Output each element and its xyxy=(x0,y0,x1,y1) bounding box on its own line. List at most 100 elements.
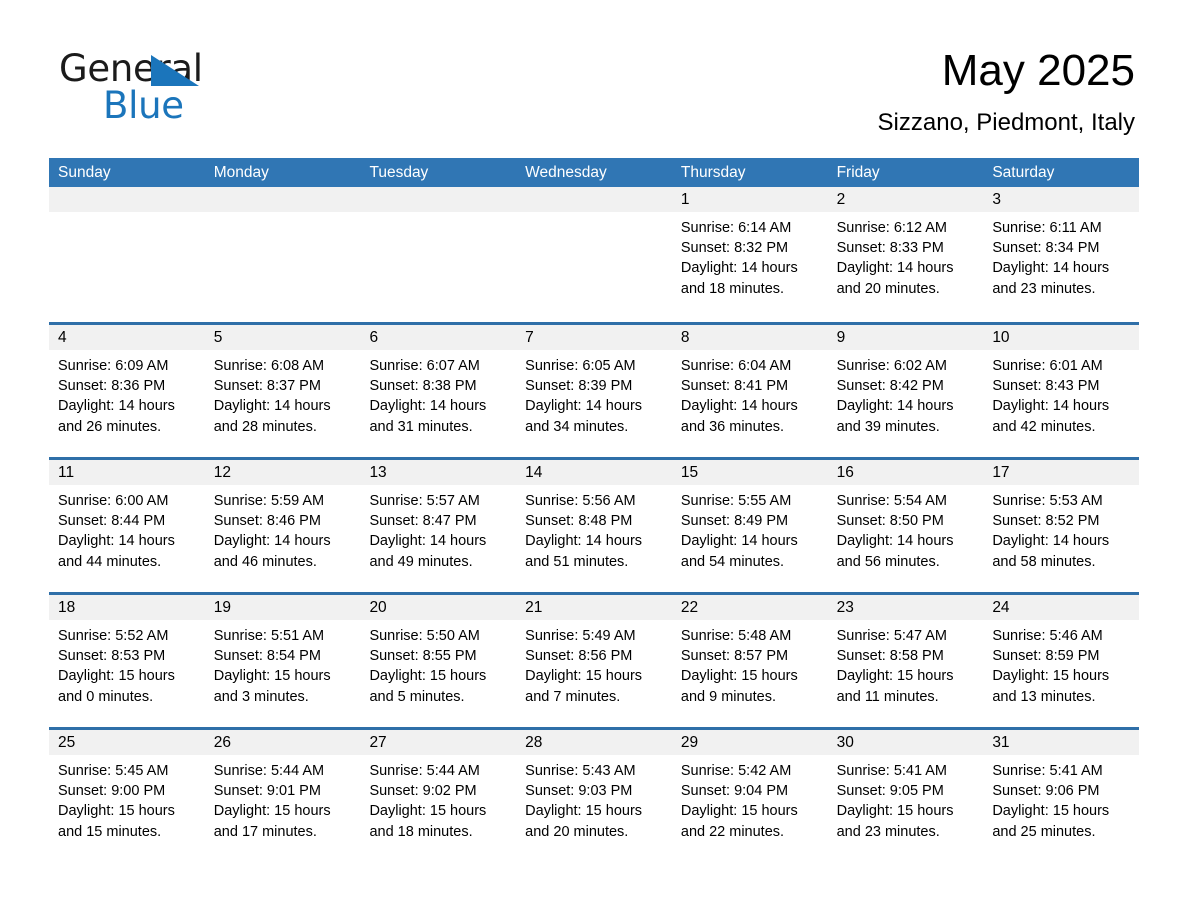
day-cell-20[interactable]: 20 Sunrise: 5:50 AM Sunset: 8:55 PM Dayligh… xyxy=(360,595,517,727)
day-number-band xyxy=(49,187,205,212)
day-details: Sunrise: 5:52 AM Sunset: 8:53 PM Daylight:… xyxy=(49,620,205,707)
day-cell-28[interactable]: 28 Sunrise: 5:43 AM Sunset: 9:03 PM Dayligh… xyxy=(516,730,672,862)
day-cell-6[interactable]: 6 Sunrise: 6:07 AM Sunset: 8:38 PM Daylight… xyxy=(360,325,517,457)
day-detail-line: Sunrise: 6:02 AM xyxy=(836,358,948,374)
day-cell-12[interactable]: 12 Sunrise: 5:59 AM Sunset: 8:46 PM Dayligh… xyxy=(204,460,361,592)
day-detail-line: Daylight: 15 hours xyxy=(213,668,331,685)
day-detail-line: Daylight: 14 hours xyxy=(525,533,643,550)
day-cell-25[interactable]: 25 Sunrise: 5:45 AM Sunset: 9:00 PM Dayligh… xyxy=(49,730,205,862)
day-detail-line: Sunrise: 6:08 AM xyxy=(213,358,325,374)
day-detail-line: Daylight: 14 hours xyxy=(680,533,798,550)
day-cell-27[interactable]: 27 Sunrise: 5:44 AM Sunset: 9:02 PM Dayligh… xyxy=(360,730,517,862)
day-cell-29[interactable]: 29 Sunrise: 5:42 AM Sunset: 9:04 PM Dayligh… xyxy=(671,730,828,862)
day-cell-empty xyxy=(516,187,672,322)
day-cell-21[interactable]: 21 Sunrise: 5:49 AM Sunset: 8:56 PM Dayligh… xyxy=(516,595,672,727)
day-cell-14[interactable]: 14 Sunrise: 5:56 AM Sunset: 8:48 PM Dayligh… xyxy=(516,460,672,592)
day-cell-18[interactable]: 18 Sunrise: 5:52 AM Sunset: 8:53 PM Dayligh… xyxy=(49,595,205,727)
day-detail-line: Sunset: 8:38 PM xyxy=(369,378,477,395)
day-detail-line: and 3 minutes. xyxy=(213,688,309,705)
day-details: Sunrise: 5:54 AM Sunset: 8:50 PM Daylight:… xyxy=(828,485,984,572)
day-number: 13 xyxy=(369,464,387,481)
day-number: 23 xyxy=(836,599,854,616)
day-detail-line: Daylight: 14 hours xyxy=(213,533,331,550)
day-detail-line: and 23 minutes. xyxy=(992,280,1096,297)
day-detail-line: Sunset: 8:50 PM xyxy=(836,513,944,530)
day-details: Sunrise: 5:44 AM Sunset: 9:01 PM Daylight:… xyxy=(205,755,361,842)
day-detail-line: and 44 minutes. xyxy=(58,553,162,570)
day-cell-3[interactable]: 3 Sunrise: 6:11 AM Sunset: 8:34 PM Daylight… xyxy=(983,187,1140,322)
day-cell-empty xyxy=(360,187,517,322)
day-number-band: 22 xyxy=(671,595,828,620)
day-detail-line: Daylight: 15 hours xyxy=(525,668,643,685)
page-subtitle: Sizzano, Piedmont, Italy xyxy=(877,109,1135,136)
day-number-band: 4 xyxy=(49,325,205,350)
day-number-band: 25 xyxy=(49,730,205,755)
day-detail-line: Sunrise: 6:00 AM xyxy=(58,493,169,509)
weekday-header-sunday: Sunday xyxy=(58,164,111,181)
day-cell-31[interactable]: 31 Sunrise: 5:41 AM Sunset: 9:06 PM Dayligh… xyxy=(983,730,1140,862)
day-detail-line: Sunset: 8:55 PM xyxy=(369,648,477,665)
day-number: 3 xyxy=(992,191,1001,208)
day-detail-line: Sunrise: 5:41 AM xyxy=(992,763,1103,779)
page-title: May 2025 xyxy=(941,46,1135,95)
day-cell-24[interactable]: 24 Sunrise: 5:46 AM Sunset: 8:59 PM Dayligh… xyxy=(983,595,1140,727)
day-number: 30 xyxy=(836,734,854,751)
day-cell-11[interactable]: 11 Sunrise: 6:00 AM Sunset: 8:44 PM Dayligh… xyxy=(49,460,205,592)
day-cell-5[interactable]: 5 Sunrise: 6:08 AM Sunset: 8:37 PM Daylight… xyxy=(204,325,361,457)
day-details xyxy=(360,212,516,218)
day-cell-2[interactable]: 2 Sunrise: 6:12 AM Sunset: 8:33 PM Daylight… xyxy=(827,187,984,322)
day-number: 20 xyxy=(369,599,387,616)
day-cell-1[interactable]: 1 Sunrise: 6:14 AM Sunset: 8:32 PM Daylight… xyxy=(671,187,828,322)
day-detail-line: and 9 minutes. xyxy=(680,688,776,705)
day-detail-line: and 0 minutes. xyxy=(58,688,154,705)
calendar-weeks: 1 Sunrise: 6:14 AM Sunset: 8:32 PM Daylight… xyxy=(49,187,1140,862)
day-detail-line: Sunrise: 5:41 AM xyxy=(836,763,948,779)
day-detail-line: Sunset: 8:34 PM xyxy=(992,240,1100,257)
day-detail-line: Sunset: 8:32 PM xyxy=(680,240,789,257)
day-detail-line: Sunset: 8:37 PM xyxy=(213,378,321,395)
day-detail-line: Sunset: 8:42 PM xyxy=(836,378,944,395)
day-cell-17[interactable]: 17 Sunrise: 5:53 AM Sunset: 8:52 PM Dayligh… xyxy=(983,460,1140,592)
day-cell-15[interactable]: 15 Sunrise: 5:55 AM Sunset: 8:49 PM Dayligh… xyxy=(671,460,828,592)
day-detail-line: Daylight: 14 hours xyxy=(58,398,175,415)
day-number: 15 xyxy=(680,464,699,481)
day-cell-7[interactable]: 7 Sunrise: 6:05 AM Sunset: 8:39 PM Daylight… xyxy=(516,325,672,457)
day-detail-line: Sunset: 9:04 PM xyxy=(680,783,789,800)
day-cell-26[interactable]: 26 Sunrise: 5:44 AM Sunset: 9:01 PM Dayligh… xyxy=(204,730,361,862)
day-number: 14 xyxy=(525,464,543,481)
day-cell-empty xyxy=(204,187,361,322)
day-details: Sunrise: 5:46 AM Sunset: 8:59 PM Daylight:… xyxy=(983,620,1139,707)
calendar-week-row: 18 Sunrise: 5:52 AM Sunset: 8:53 PM Dayligh… xyxy=(49,592,1140,727)
day-number-band: 26 xyxy=(204,730,361,755)
day-number: 10 xyxy=(992,329,1010,346)
day-number: 2 xyxy=(836,191,846,208)
day-cell-19[interactable]: 19 Sunrise: 5:51 AM Sunset: 8:54 PM Dayligh… xyxy=(204,595,361,727)
day-number-band: 29 xyxy=(671,730,828,755)
calendar-grid: Sunday Monday Tuesday Wednesday Thursday Frid… xyxy=(49,158,1140,862)
day-cell-13[interactable]: 13 Sunrise: 5:57 AM Sunset: 8:47 PM Dayligh… xyxy=(360,460,517,592)
day-cell-9[interactable]: 9 Sunrise: 6:02 AM Sunset: 8:42 PM Daylight… xyxy=(827,325,984,457)
day-details: Sunrise: 5:56 AM Sunset: 8:48 PM Daylight:… xyxy=(516,485,672,572)
day-detail-line: Sunset: 8:54 PM xyxy=(213,648,321,665)
day-cell-30[interactable]: 30 Sunrise: 5:41 AM Sunset: 9:05 PM Dayligh… xyxy=(827,730,984,862)
weekday-header-thursday: Thursday xyxy=(680,164,746,181)
day-detail-line: Daylight: 15 hours xyxy=(525,803,643,820)
day-cell-23[interactable]: 23 Sunrise: 5:47 AM Sunset: 8:58 PM Dayligh… xyxy=(827,595,984,727)
day-cell-16[interactable]: 16 Sunrise: 5:54 AM Sunset: 8:50 PM Dayligh… xyxy=(827,460,984,592)
day-cell-10[interactable]: 10 Sunrise: 6:01 AM Sunset: 8:43 PM Dayligh… xyxy=(983,325,1140,457)
calendar-page: General Blue May 2025 Sizzano, Piedmont,… xyxy=(0,0,1188,918)
day-number-band: 21 xyxy=(516,595,672,620)
day-details: Sunrise: 5:43 AM Sunset: 9:03 PM Daylight:… xyxy=(516,755,672,842)
title-block: May 2025 Sizzano, Piedmont, Italy xyxy=(878,44,1135,138)
day-number-band: 16 xyxy=(827,460,984,485)
day-cell-4[interactable]: 4 Sunrise: 6:09 AM Sunset: 8:36 PM Daylight… xyxy=(49,325,205,457)
day-cell-8[interactable]: 8 Sunrise: 6:04 AM Sunset: 8:41 PM Daylight… xyxy=(671,325,828,457)
day-number-band: 24 xyxy=(983,595,1140,620)
day-cell-22[interactable]: 22 Sunrise: 5:48 AM Sunset: 8:57 PM Dayligh… xyxy=(671,595,828,727)
day-detail-line: and 26 minutes. xyxy=(58,418,162,435)
day-detail-line: Sunset: 8:46 PM xyxy=(213,513,321,530)
weekday-header-wednesday: Wednesday xyxy=(525,164,607,181)
day-number-band: 6 xyxy=(360,325,517,350)
day-detail-line: and 18 minutes. xyxy=(369,823,473,840)
day-number: 8 xyxy=(680,329,690,346)
